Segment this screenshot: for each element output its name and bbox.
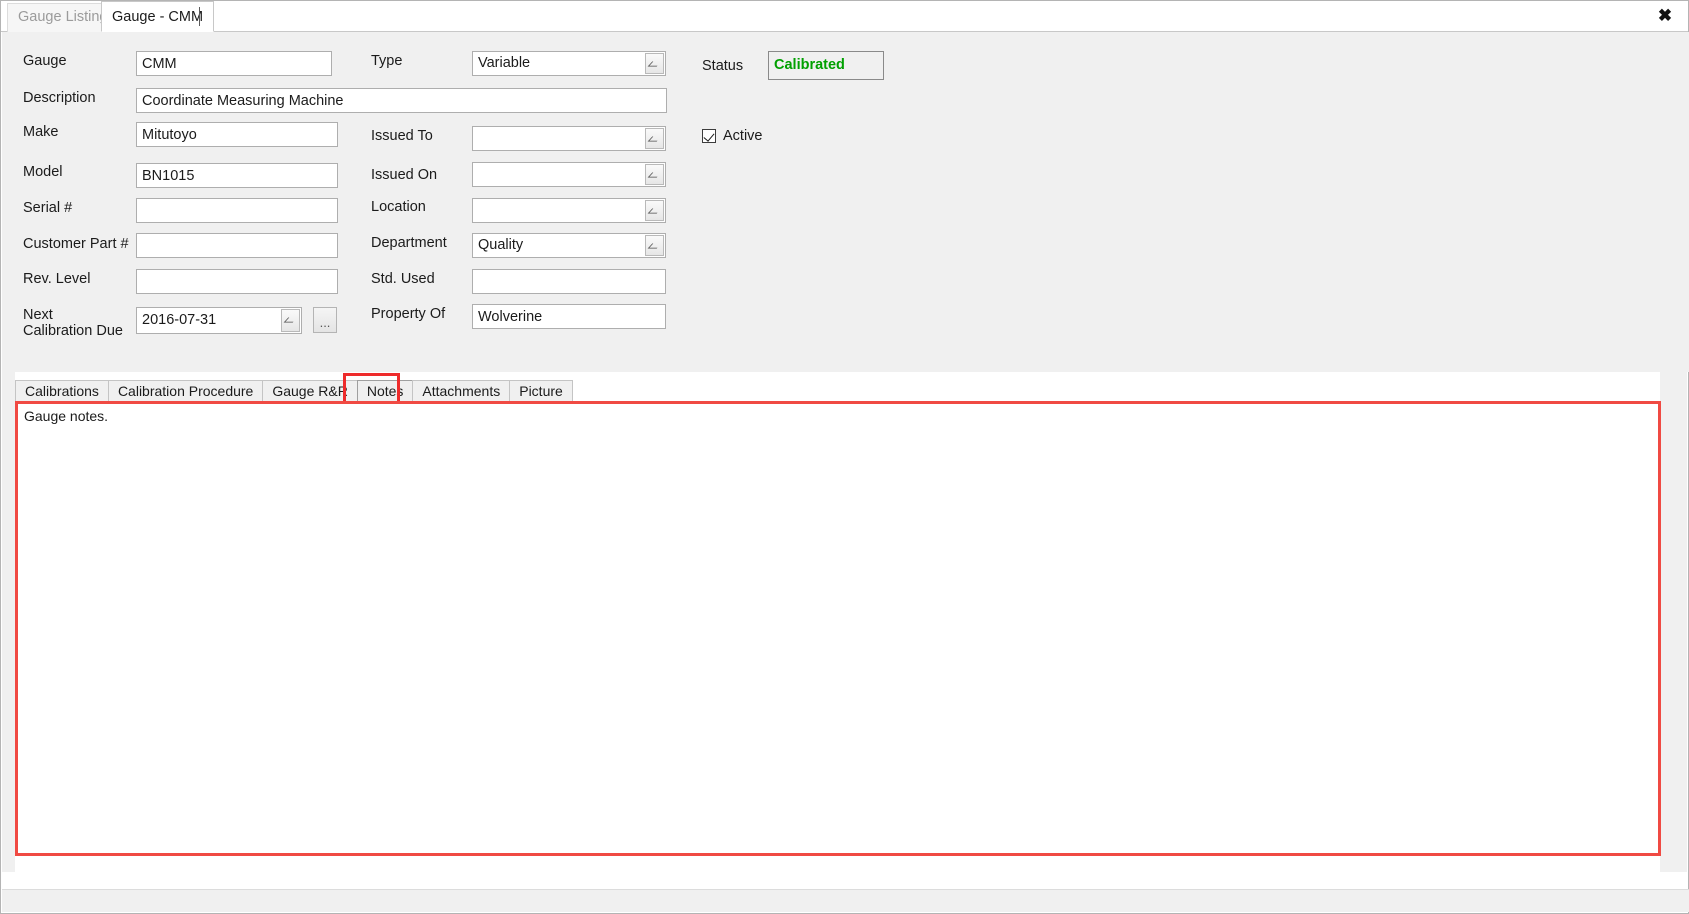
gauge-window: Gauge Listing Gauge - CMM ✖ Gauge Descri… <box>0 0 1689 914</box>
gauge-form-panel: Gauge Description Make Model Serial # Cu… <box>2 32 1689 372</box>
label-location: Location <box>371 199 426 215</box>
label-status: Status <box>702 58 744 74</box>
chevron-down-icon[interactable] <box>645 128 664 149</box>
issued-on-value <box>478 163 643 186</box>
label-rev-level: Rev. Level <box>23 271 91 287</box>
label-std-used: Std. Used <box>371 271 435 287</box>
label-department: Department <box>371 235 447 251</box>
property-of-input[interactable] <box>472 304 666 329</box>
serial-number-input[interactable] <box>136 198 338 223</box>
type-combo[interactable]: Variable <box>472 51 666 76</box>
tab-picture[interactable]: Picture <box>509 380 573 403</box>
window-tab-gauge-cmm[interactable]: Gauge - CMM <box>101 1 215 32</box>
tab-strip-caret <box>199 7 200 26</box>
location-value <box>478 199 643 222</box>
issued-to-value <box>478 127 643 150</box>
location-combo[interactable] <box>472 198 666 223</box>
label-customer-part-number: Customer Part # <box>23 236 129 252</box>
detail-tab-strip: Calibrations Calibration Procedure Gauge R… <box>15 373 1675 410</box>
label-description: Description <box>23 90 96 106</box>
label-model: Model <box>23 164 63 180</box>
description-input[interactable] <box>136 88 667 113</box>
gauge-input[interactable] <box>136 51 332 76</box>
label-gauge: Gauge <box>23 53 67 69</box>
next-calibration-due-browse-button[interactable]: ... <box>313 307 337 333</box>
tab-attachments[interactable]: Attachments <box>412 380 511 403</box>
department-value: Quality <box>478 237 524 253</box>
label-next-calibration-due: Next Calibration Due <box>23 307 123 339</box>
active-checkbox-row[interactable]: Active <box>702 127 763 145</box>
window-tab-strip: Gauge Listing Gauge - CMM ✖ <box>1 1 1688 32</box>
label-next-calibration-due-line2: Calibration Due <box>23 323 123 339</box>
chevron-down-icon[interactable] <box>281 309 300 332</box>
label-issued-on: Issued On <box>371 167 438 183</box>
close-icon[interactable]: ✖ <box>1652 3 1678 29</box>
customer-part-number-input[interactable] <box>136 233 338 258</box>
chevron-down-icon[interactable] <box>645 164 664 185</box>
notes-textarea[interactable] <box>18 404 1658 853</box>
type-value: Variable <box>478 55 531 71</box>
tab-calibrations[interactable]: Calibrations <box>15 380 109 403</box>
tab-calibration-procedure[interactable]: Calibration Procedure <box>107 380 264 403</box>
chevron-down-icon[interactable] <box>645 200 664 221</box>
issued-to-combo[interactable] <box>472 126 666 151</box>
label-serial-number: Serial # <box>23 200 73 216</box>
make-input[interactable] <box>136 122 338 147</box>
label-issued-to: Issued To <box>371 128 433 144</box>
label-next-calibration-due-line1: Next <box>23 307 53 323</box>
label-make: Make <box>23 124 59 140</box>
tab-gauge-rr[interactable]: Gauge R&R <box>262 380 358 403</box>
tab-notes[interactable]: Notes <box>356 380 414 403</box>
issued-on-combo[interactable] <box>472 162 666 187</box>
notes-highlight-box <box>15 401 1661 856</box>
rev-level-input[interactable] <box>136 269 338 294</box>
chevron-down-icon[interactable] <box>645 53 664 74</box>
chevron-down-icon[interactable] <box>645 235 664 256</box>
next-calibration-due-value: 2016-07-31 <box>142 312 217 328</box>
std-used-input[interactable] <box>472 269 666 294</box>
next-calibration-due-combo[interactable]: 2016-07-31 <box>136 307 302 334</box>
status-badge: Calibrated <box>768 51 884 80</box>
checkbox-icon[interactable] <box>702 129 716 143</box>
active-label: Active <box>723 128 763 144</box>
label-type: Type <box>371 53 403 69</box>
department-combo[interactable]: Quality <box>472 233 666 258</box>
status-bar <box>2 889 1689 912</box>
label-property-of: Property Of <box>371 306 446 322</box>
model-input[interactable] <box>136 163 338 188</box>
